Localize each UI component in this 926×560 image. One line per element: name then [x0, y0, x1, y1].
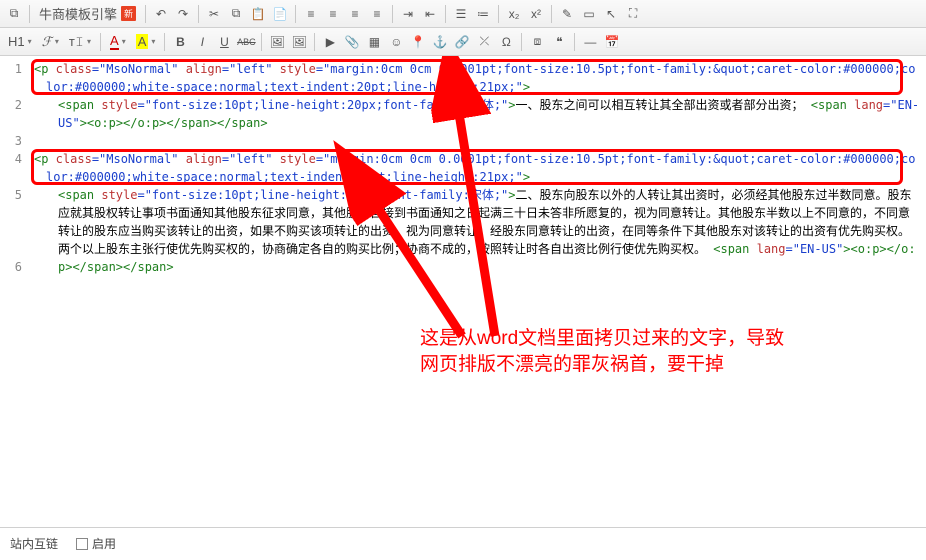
- quote-icon[interactable]: ❝: [549, 32, 569, 52]
- cut-icon[interactable]: ✂: [204, 4, 224, 24]
- template-engine-button[interactable]: 牛商模板引擎 新: [35, 4, 140, 24]
- copy-icon[interactable]: ⧉: [226, 4, 246, 24]
- undo-icon[interactable]: ↶: [151, 4, 171, 24]
- align-center-icon[interactable]: ≡: [323, 4, 343, 24]
- select-all-icon[interactable]: ▭: [579, 4, 599, 24]
- strike-button[interactable]: ABC: [236, 32, 256, 52]
- anchor-icon[interactable]: ⚓: [430, 32, 450, 52]
- redo-icon[interactable]: ↷: [173, 4, 193, 24]
- video-icon[interactable]: ▶: [320, 32, 340, 52]
- align-justify-icon[interactable]: ≡: [367, 4, 387, 24]
- toolbar-row-2: H1▾ ℱ▾ т𝙸▾ A▾ A▾ B I U ABC 🖼 🖼 ▶ 📎 ▦ ☺ 📍…: [0, 28, 926, 56]
- underline-button[interactable]: U: [214, 32, 234, 52]
- superscript-icon[interactable]: x²: [526, 4, 546, 24]
- outdent-icon[interactable]: ⇤: [420, 4, 440, 24]
- code-icon[interactable]: ⧈: [527, 32, 547, 52]
- special-char-icon[interactable]: Ω: [496, 32, 516, 52]
- code-line-4: <p class="MsoNormal" align="left" style=…: [34, 150, 920, 186]
- annotation-text: 这是从word文档里面拷贝过来的文字，导致 网页排版不漂亮的罪灰祸首，要干掉: [420, 326, 784, 378]
- code-content[interactable]: <p class="MsoNormal" align="left" style=…: [28, 56, 926, 527]
- align-right-icon[interactable]: ≡: [345, 4, 365, 24]
- internal-link-label: 站内互链: [10, 535, 58, 552]
- paste-icon[interactable]: 📋: [248, 4, 268, 24]
- font-size-dropdown[interactable]: т𝙸▾: [65, 32, 95, 52]
- paste-text-icon[interactable]: 📄: [270, 4, 290, 24]
- image-icon[interactable]: 🖼: [267, 32, 287, 52]
- template-engine-label: 牛商模板引擎: [39, 4, 117, 23]
- attachment-icon[interactable]: 📎: [342, 32, 362, 52]
- footer-bar: 站内互链 启用: [0, 528, 926, 558]
- align-left-icon[interactable]: ≡: [301, 4, 321, 24]
- italic-button[interactable]: I: [192, 32, 212, 52]
- code-line-2: <span style="font-size:10pt;line-height:…: [34, 96, 920, 132]
- clear-format-icon[interactable]: ✎: [557, 4, 577, 24]
- ordered-list-icon[interactable]: ☰: [451, 4, 471, 24]
- enable-checkbox[interactable]: 启用: [76, 535, 116, 552]
- toolbar-row-1: ⧉ 牛商模板引擎 新 ↶ ↷ ✂ ⧉ 📋 📄 ≡ ≡ ≡ ≡ ⇥ ⇤ ☰ ≔ x…: [0, 0, 926, 28]
- unlink-icon[interactable]: ⤫: [474, 32, 494, 52]
- code-line-1: <p class="MsoNormal" align="left" style=…: [34, 60, 920, 96]
- code-editor[interactable]: 1 2 3 4 5 6 <p class="MsoNormal" align="…: [0, 56, 926, 528]
- heading-dropdown[interactable]: H1▾: [4, 32, 36, 52]
- line-gutter: 1 2 3 4 5 6: [0, 56, 28, 276]
- table-icon[interactable]: ▦: [364, 32, 384, 52]
- font-color-dropdown[interactable]: A▾: [106, 32, 130, 52]
- font-family-dropdown[interactable]: ℱ▾: [38, 32, 63, 52]
- html-icon[interactable]: ⧉: [4, 4, 24, 24]
- date-icon[interactable]: 📅: [602, 32, 622, 52]
- code-line-3: [34, 132, 920, 150]
- emoji-icon[interactable]: ☺: [386, 32, 406, 52]
- cursor-icon[interactable]: ↖: [601, 4, 621, 24]
- hr-icon[interactable]: —: [580, 32, 600, 52]
- multi-image-icon[interactable]: 🖼: [289, 32, 309, 52]
- bold-button[interactable]: B: [170, 32, 190, 52]
- map-icon[interactable]: 📍: [408, 32, 428, 52]
- fullscreen-icon[interactable]: ⛶: [623, 4, 643, 24]
- unordered-list-icon[interactable]: ≔: [473, 4, 493, 24]
- code-line-5: <span style="font-size:10pt;line-height:…: [34, 186, 920, 276]
- code-line-6: [34, 276, 920, 294]
- indent-icon[interactable]: ⇥: [398, 4, 418, 24]
- new-badge: 新: [121, 6, 136, 21]
- bg-color-dropdown[interactable]: A▾: [132, 32, 160, 52]
- link-icon[interactable]: 🔗: [452, 32, 472, 52]
- subscript-icon[interactable]: x₂: [504, 4, 524, 24]
